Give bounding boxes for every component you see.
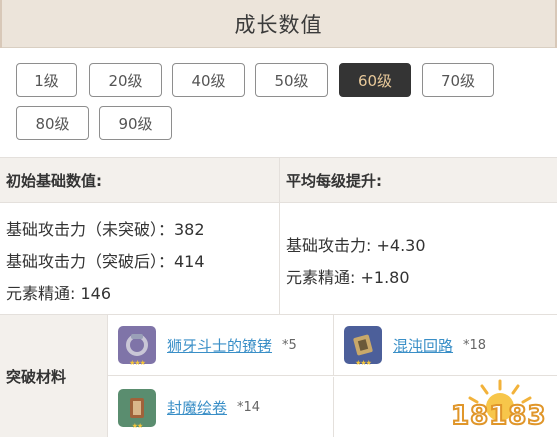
level-button-60[interactable]: 60级: [339, 63, 411, 97]
level-button-40[interactable]: 40级: [172, 63, 245, 97]
material-link[interactable]: 封魔绘卷: [167, 397, 227, 418]
level-button-1[interactable]: 1级: [16, 63, 77, 97]
stat-line: 元素精通: 146: [6, 284, 112, 303]
material-count: *5: [282, 337, 297, 353]
site-watermark-logo: 18183: [445, 377, 555, 435]
growth-stats-header: 平均每级提升:: [280, 158, 557, 203]
stat-line: 基础攻击力（突破后）：414: [6, 252, 205, 271]
stat-line: 基础攻击力（未突破）：382: [6, 220, 205, 239]
initial-stats-header: 初始基础数值:: [0, 158, 279, 203]
level-button-80[interactable]: 80级: [16, 106, 89, 140]
level-button-50[interactable]: 50级: [255, 63, 328, 97]
section-title: 成长数值: [234, 12, 323, 37]
header-corner-decoration: [0, 0, 6, 48]
material-link[interactable]: 混沌回路: [393, 335, 453, 356]
initial-stats-column: 初始基础数值: 基础攻击力（未突破）：382 基础攻击力（突破后）：414 元素…: [0, 158, 279, 315]
level-button-70[interactable]: 70级: [422, 63, 494, 97]
section-header: 成长数值: [0, 0, 557, 48]
material-count: *14: [237, 400, 261, 415]
growth-stats-column: 平均每级提升: 基础攻击力: +4.30 元素精通: +1.80: [279, 158, 557, 315]
materials-label: 突破材料: [0, 315, 108, 437]
header-corner-decoration: [551, 0, 557, 48]
stat-line: 元素精通: +1.80: [286, 268, 410, 287]
material-count: *18: [463, 337, 487, 353]
material-link[interactable]: 狮牙斗士的镣铐: [167, 335, 272, 356]
shackles-icon: ★★★: [118, 326, 156, 367]
scroll-icon: ★★: [118, 388, 156, 430]
circuit-icon: ★★★: [344, 326, 382, 367]
level-button-20[interactable]: 20级: [89, 63, 162, 97]
stat-line: 基础攻击力: +4.30: [286, 236, 426, 255]
watermark-text: 18183: [450, 400, 547, 432]
level-button-90[interactable]: 90级: [99, 106, 172, 140]
material-item[interactable]: ★★ 封魔绘卷 *14: [108, 377, 334, 437]
material-item[interactable]: ★★★ 狮牙斗士的镣铐 *5: [108, 315, 334, 376]
stats-table: 初始基础数值: 基础攻击力（未突破）：382 基础攻击力（突破后）：414 元素…: [0, 157, 557, 315]
level-selector: 1级 20级 40级 50级 60级 70级 80级 90级: [0, 48, 557, 158]
material-item[interactable]: ★★★ 混沌回路 *18: [334, 315, 557, 376]
